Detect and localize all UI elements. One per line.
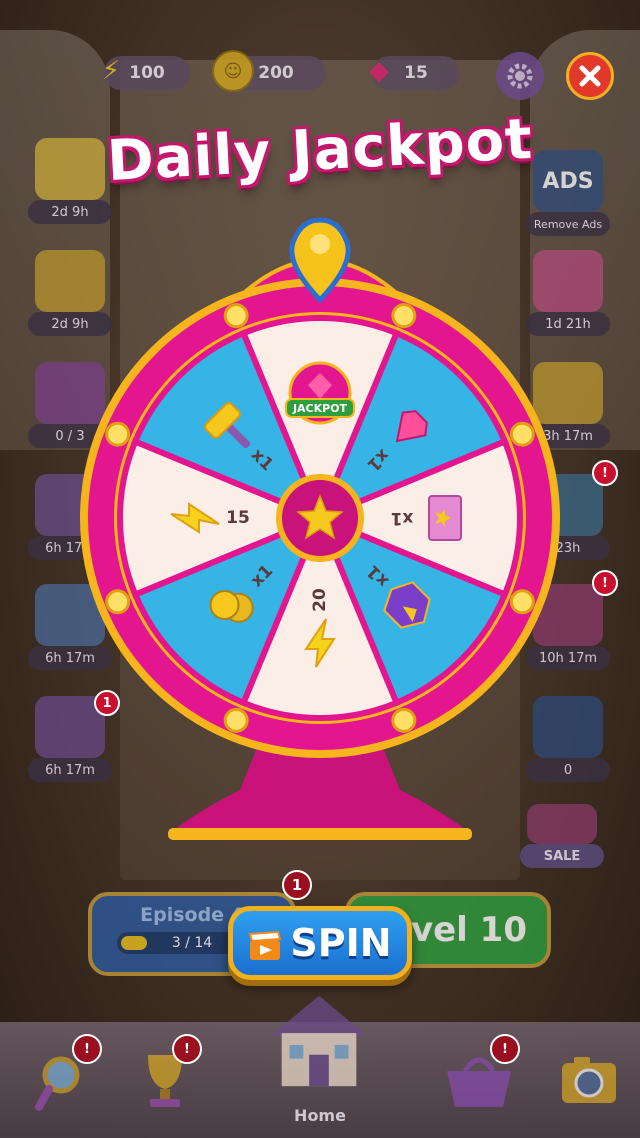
nav-shop[interactable]: !: [424, 1026, 534, 1134]
wheel-bulb: [509, 421, 535, 447]
nav-camera[interactable]: [534, 1026, 640, 1134]
segment-amount: 20: [310, 588, 330, 612]
wheel-bulb: [509, 589, 535, 615]
wheel-bulb: [223, 707, 249, 733]
camera-icon: [562, 1057, 616, 1103]
wheel-stand-base: [168, 828, 472, 840]
ticket-icon: [428, 495, 462, 541]
alert-badge: !: [490, 1034, 520, 1064]
nav-trophy[interactable]: !: [110, 1026, 220, 1134]
alert-badge: !: [72, 1034, 102, 1064]
nav-search[interactable]: !: [10, 1026, 120, 1134]
nav-home[interactable]: [264, 986, 374, 1094]
spin-button[interactable]: SPIN: [228, 906, 412, 980]
wheel-bulb: [105, 421, 131, 447]
wheel-bulb: [391, 303, 417, 329]
wheel-bulb: [223, 303, 249, 329]
nav-home-label: Home: [294, 1106, 346, 1125]
spin-label: SPIN: [290, 921, 392, 965]
wheel-bulb: [105, 589, 131, 615]
jackpot-label: JACKPOT: [292, 402, 348, 415]
segment-amount: 15: [226, 508, 250, 528]
daily-jackpot-wheel: JACKPOTx1x1x120x115x1: [80, 217, 560, 840]
episode-badge: 1: [282, 870, 312, 900]
segment-amount: x1: [391, 508, 414, 528]
house-icon: [271, 995, 367, 1087]
clapperboard-icon: [248, 927, 282, 960]
wheel-bulb: [391, 707, 417, 733]
alert-badge: !: [172, 1034, 202, 1064]
